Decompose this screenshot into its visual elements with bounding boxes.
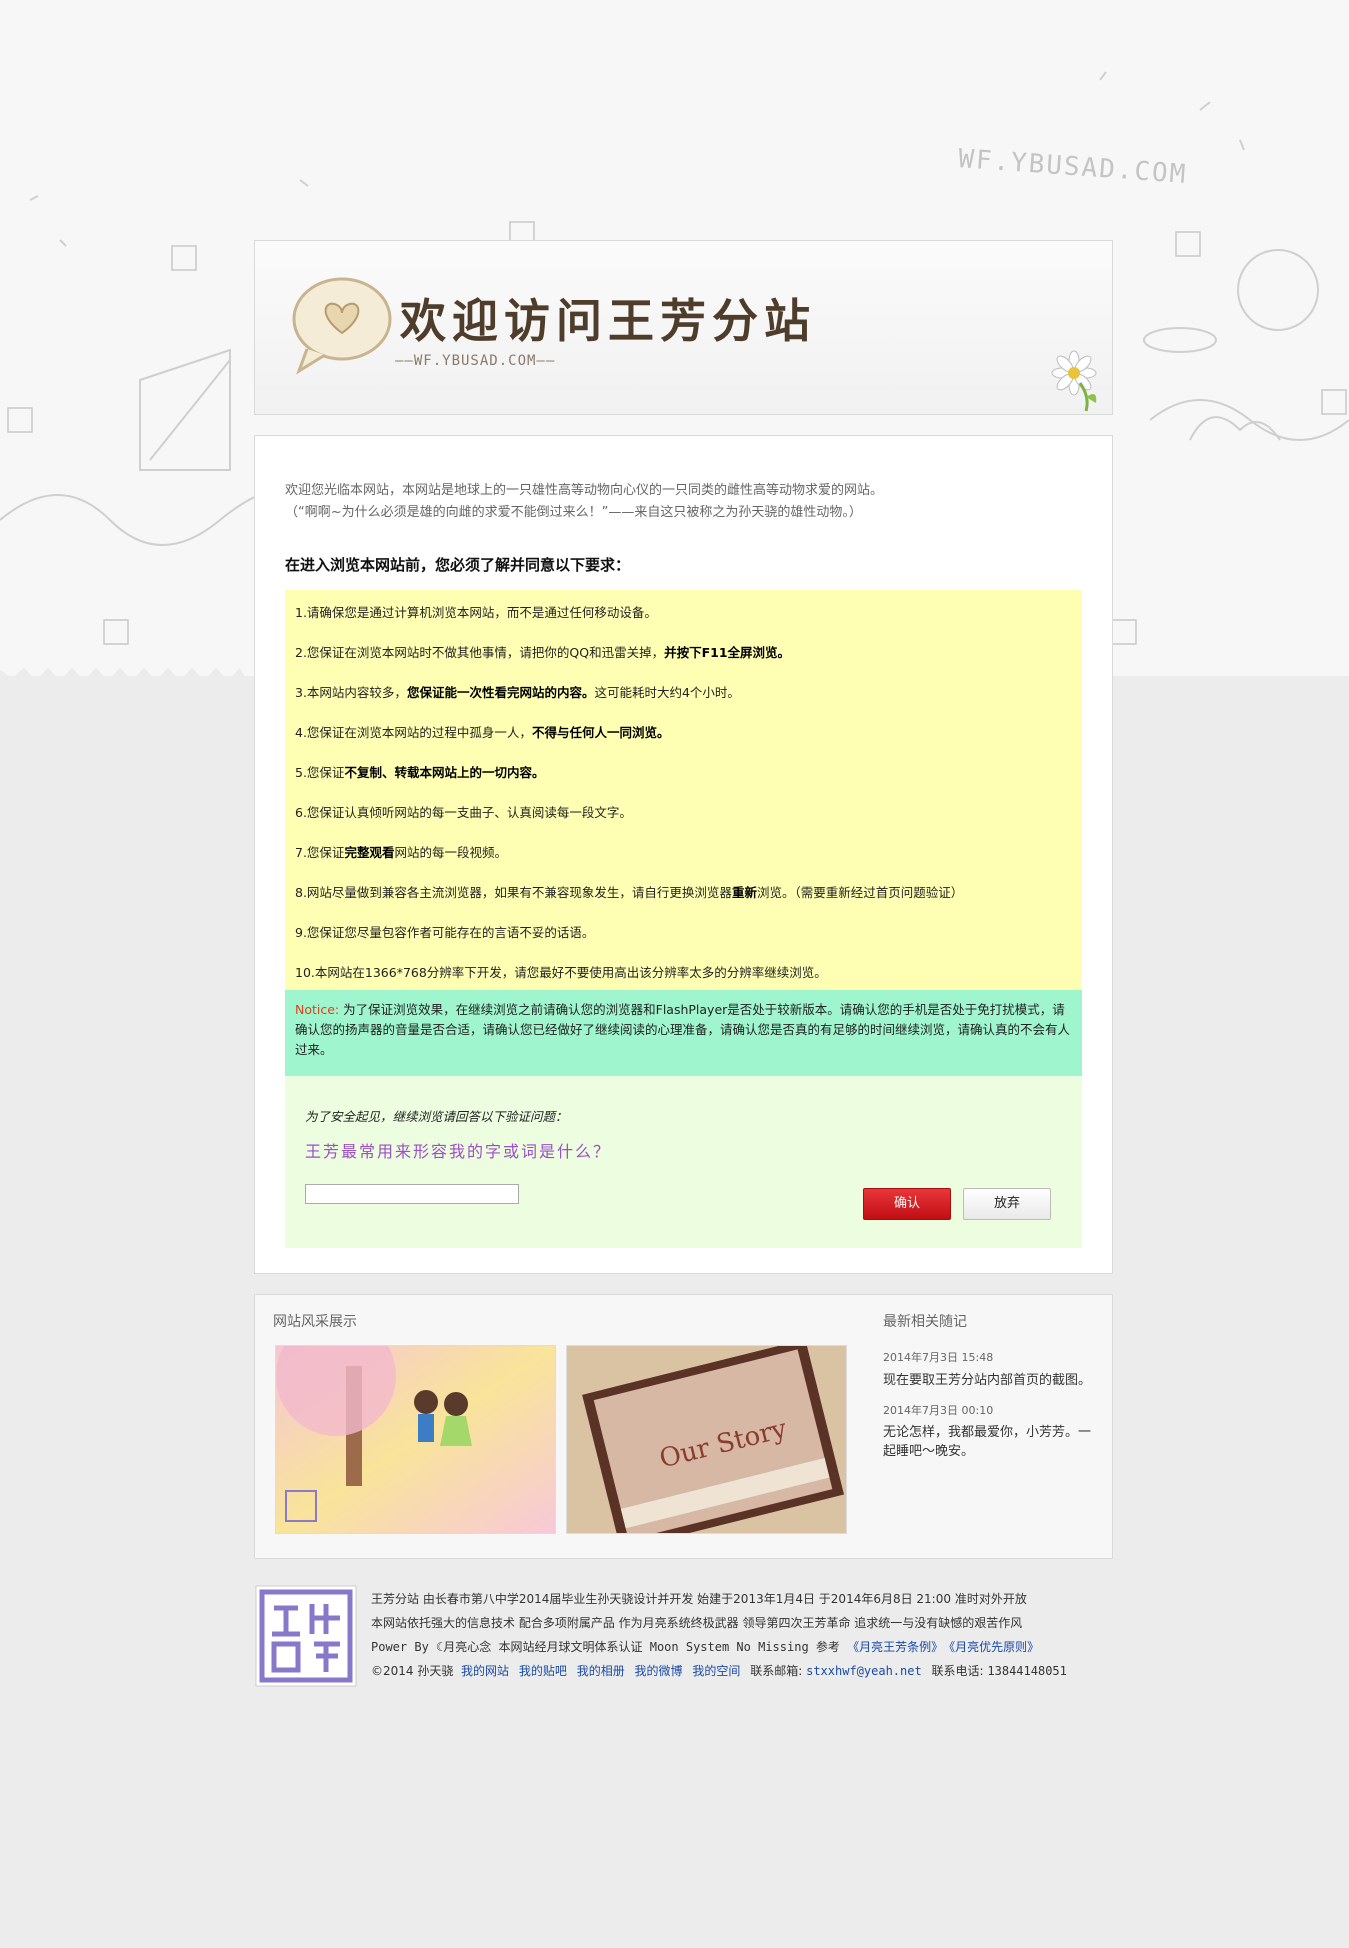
footer-line-4: ©2014 孙天骁 我的网站 我的贴吧 我的相册 我的微博 我的空间 联系邮箱:…: [371, 1664, 1067, 1678]
rule-item-3: 3.本网站内容较多，您保证能一次性看完网站的内容。这可能耗时大约4个小时。: [295, 685, 740, 700]
main-panel: 欢迎您光临本网站，本网站是地球上的一只雄性高等动物向心仪的一只同类的雌性高等动物…: [254, 435, 1113, 1274]
regulation-link[interactable]: 《月亮王芳条例》: [847, 1640, 943, 1654]
cancel-button[interactable]: 放弃: [963, 1188, 1051, 1220]
verification-hint: 为了安全起见，继续浏览请回答以下验证问题：: [305, 1109, 568, 1124]
wangfang-seal-logo-icon: [255, 1585, 357, 1687]
gallery-image-book[interactable]: Our Story: [566, 1345, 847, 1534]
intro-text: 欢迎您光临本网站，本网站是地球上的一只雄性高等动物向心仪的一只同类的雌性高等动物…: [285, 480, 883, 524]
heart-bubble-logo-icon: [292, 277, 392, 375]
site-title: 欢迎访问王芳分站: [400, 294, 816, 348]
intro-line-1: 欢迎您光临本网站，本网站是地球上的一只雄性高等动物向心仪的一只同类的雌性高等动物…: [285, 483, 884, 498]
news-date: 2014年7月3日 15:48: [883, 1351, 994, 1364]
notice-box: Notice: 为了保证浏览效果，在继续浏览之前请确认您的浏览器和FlashPl…: [285, 990, 1082, 1076]
gallery-image-couple[interactable]: [275, 1345, 556, 1534]
footer-line-1: 王芳分站 由长春市第八中学2014届毕业生孙天骁设计并开发 始建于2013年1月…: [371, 1592, 1027, 1606]
requirements-list: 1.请确保您是通过计算机浏览本网站，而不是通过任何移动设备。 2.您保证在浏览本…: [285, 590, 1082, 990]
site-subtitle: ——WF.YBUSAD.COM——: [395, 353, 556, 369]
footer-line-3: Power By ☾月亮心念 本网站经月球文明体系认证 Moon System …: [371, 1640, 1040, 1654]
verification-question: 王芳最常用来形容我的字或词是什么？: [305, 1142, 612, 1161]
my-weibo-link[interactable]: 我的微博: [635, 1664, 683, 1678]
rule-item-8: 8.网站尽量做到兼容各主流浏览器，如果有不兼容现象发生，请自行更换浏览器重新浏览…: [295, 885, 964, 900]
footer: 王芳分站 由长春市第八中学2014届毕业生孙天骁设计并开发 始建于2013年1月…: [371, 1587, 1067, 1683]
intro-line-2: （“啊啊~为什么必须是雄的向雌的求爱不能倒过来么！”——来自这只被称之为孙天骁的…: [285, 505, 862, 520]
news-item[interactable]: 现在要取王芳分站内部首页的截图。: [883, 1371, 1103, 1390]
news-title: 最新相关随记: [883, 1314, 967, 1330]
phone-number: 13844148051: [987, 1664, 1067, 1678]
verification-box: 为了安全起见，继续浏览请回答以下验证问题： 王芳最常用来形容我的字或词是什么？ …: [285, 1076, 1082, 1248]
news-date: 2014年7月3日 00:10: [883, 1404, 994, 1417]
rule-item-2: 2.您保证在浏览本网站时不做其他事情，请把你的QQ和迅雷关掉，并按下F11全屏浏…: [295, 645, 791, 660]
our-story-book-illustration: Our Story: [567, 1346, 846, 1533]
daisy-flower-icon: [1051, 350, 1097, 412]
my-album-link[interactable]: 我的相册: [577, 1664, 625, 1678]
principle-link[interactable]: 《月亮优先原则》: [949, 1640, 1039, 1654]
rule-item-5: 5.您保证不复制、转载本网站上的一切内容。: [295, 765, 545, 780]
email-link[interactable]: stxxhwf@yeah.net: [806, 1664, 922, 1678]
couple-illustration: [276, 1346, 555, 1533]
rule-item-7: 7.您保证完整观看网站的每一段视频。: [295, 845, 507, 860]
rule-item-1: 1.请确保您是通过计算机浏览本网站，而不是通过任何移动设备。: [295, 605, 657, 620]
my-website-link[interactable]: 我的网站: [461, 1664, 509, 1678]
rule-item-10: 10.本网站在1366*768分辨率下开发，请您最好不要使用高出该分辨率太多的分…: [295, 965, 827, 980]
rule-item-9: 9.您保证您尽量包容作者可能存在的言语不妥的话语。: [295, 925, 595, 940]
gallery-panel: 网站风采展示 Our Story 最新相关随记 2014年7月3日 15:48 …: [254, 1294, 1113, 1559]
requirements-title: 在进入浏览本网站前，您必须了解并同意以下要求：: [285, 556, 631, 574]
gallery-title: 网站风采展示: [273, 1314, 357, 1330]
my-tieba-link[interactable]: 我的贴吧: [519, 1664, 567, 1678]
confirm-button[interactable]: 确认: [863, 1188, 951, 1220]
rule-item-4: 4.您保证在浏览本网站的过程中孤身一人，不得与任何人一同浏览。: [295, 725, 670, 740]
notice-label: Notice:: [295, 1002, 340, 1017]
rule-item-6: 6.您保证认真倾听网站的每一支曲子、认真阅读每一段文字。: [295, 805, 632, 820]
footer-line-2: 本网站依托强大的信息技术 配合多项附属产品 作为月亮系统终极武器 领导第四次王芳…: [371, 1616, 1023, 1630]
my-qzone-link[interactable]: 我的空间: [692, 1664, 740, 1678]
header-panel: 欢迎访问王芳分站 ——WF.YBUSAD.COM——: [254, 240, 1113, 415]
notice-text: Notice: 为了保证浏览效果，在继续浏览之前请确认您的浏览器和FlashPl…: [295, 1000, 1075, 1060]
notice-body: 为了保证浏览效果，在继续浏览之前请确认您的浏览器和FlashPlayer是否处于…: [295, 1002, 1071, 1057]
answer-input[interactable]: [305, 1184, 519, 1204]
news-item[interactable]: 无论怎样，我都最爱你，小芳芳。一起睡吧～晚安。: [883, 1423, 1103, 1461]
